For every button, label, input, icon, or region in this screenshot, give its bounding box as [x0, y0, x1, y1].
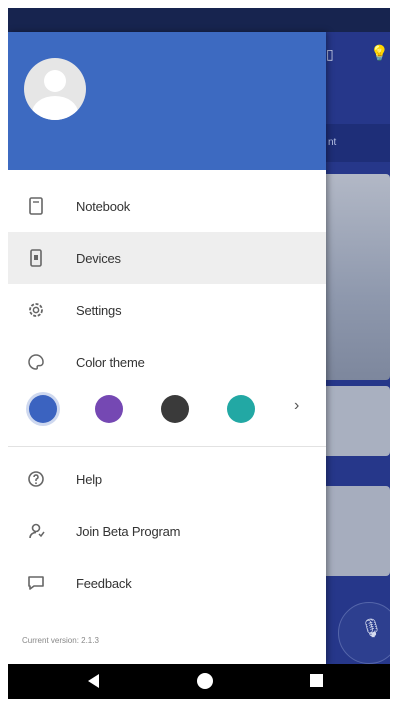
menu-item-label: Help	[76, 471, 102, 487]
recent-apps-icon[interactable]	[310, 674, 323, 687]
background-card	[326, 386, 390, 456]
navigation-drawer: Notebook Devices Settings Color theme › …	[8, 32, 326, 664]
menu-item-devices[interactable]: Devices	[8, 232, 326, 284]
menu-item-notebook[interactable]: Notebook	[8, 180, 326, 232]
menu-item-label: Join Beta Program	[76, 523, 181, 539]
divider	[8, 446, 326, 447]
background-card	[326, 486, 390, 576]
phone-screen: ▯ 💡 nt 🎙 Notebook Devices Settings Color…	[8, 8, 390, 699]
version-text: Current version: 2.1.3	[22, 636, 99, 645]
status-bar	[8, 8, 390, 32]
beta-icon	[26, 521, 46, 541]
help-icon	[26, 469, 46, 489]
avatar-body-shape	[32, 96, 78, 120]
menu-item-label: Settings	[76, 302, 122, 318]
drawer-header	[8, 32, 326, 170]
gear-icon	[26, 300, 46, 320]
menu-item-settings[interactable]: Settings	[8, 284, 326, 336]
devices-icon	[26, 248, 46, 268]
system-nav-bar	[8, 664, 390, 699]
lightbulb-icon: 💡	[370, 45, 389, 62]
theme-swatch-purple[interactable]	[95, 395, 123, 423]
mic-icon: 🎙	[360, 618, 383, 638]
back-icon[interactable]	[88, 674, 99, 688]
palette-icon	[26, 352, 46, 372]
drawer-menu: Notebook Devices Settings Color theme › …	[8, 180, 326, 609]
clipboard-icon: ▯	[326, 46, 334, 62]
menu-item-label: Color theme	[76, 354, 145, 370]
avatar[interactable]	[24, 58, 86, 120]
home-icon[interactable]	[197, 673, 213, 689]
theme-swatch-dark[interactable]	[161, 395, 189, 423]
menu-item-join-beta[interactable]: Join Beta Program	[8, 505, 326, 557]
background-tab: nt	[326, 124, 390, 162]
notebook-icon	[26, 196, 46, 216]
menu-item-help[interactable]: Help	[8, 453, 326, 505]
background-card	[326, 174, 390, 380]
menu-item-label: Feedback	[76, 575, 132, 591]
chevron-right-icon[interactable]: ›	[294, 397, 299, 415]
menu-item-feedback[interactable]: Feedback	[8, 557, 326, 609]
theme-swatches: ›	[8, 388, 326, 434]
menu-item-label: Notebook	[76, 198, 131, 214]
theme-swatch-teal[interactable]	[227, 395, 255, 423]
theme-swatch-blue[interactable]	[29, 395, 57, 423]
feedback-icon	[26, 573, 46, 593]
menu-item-color-theme[interactable]: Color theme	[8, 336, 326, 388]
menu-item-label: Devices	[76, 250, 121, 266]
avatar-head-shape	[44, 70, 66, 92]
